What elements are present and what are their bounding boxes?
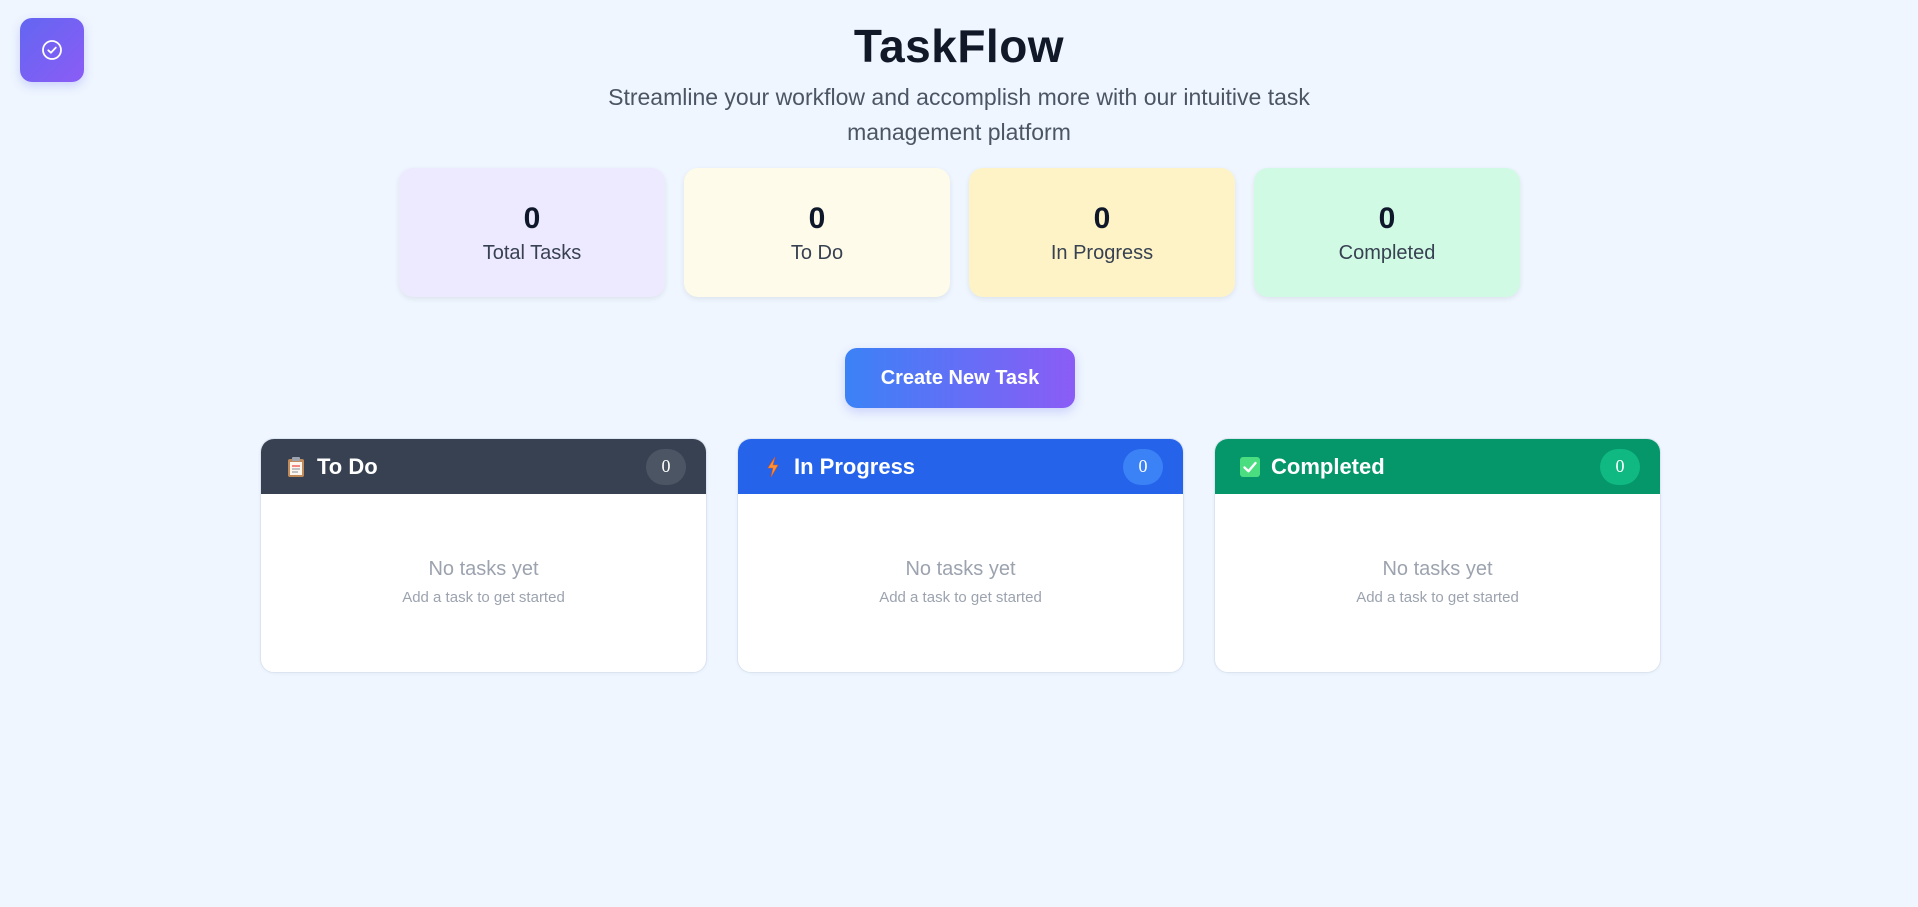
stat-label: In Progress <box>1050 241 1154 264</box>
empty-state-title: No tasks yet <box>905 558 1016 580</box>
column-title: Completed <box>1271 453 1385 479</box>
column-count-badge: 0 <box>1600 448 1640 485</box>
page-header: TaskFlow Streamline your workflow and ac… <box>0 18 1918 150</box>
stat-card-to-do: 0 To Do <box>684 168 950 297</box>
column-count-badge: 0 <box>1123 448 1163 485</box>
empty-state-subtitle: Add a task to get started <box>402 589 565 606</box>
task-board: To Do 0 No tasks yet Add a task to get s… <box>260 438 1661 673</box>
stats-row: 0 Total Tasks 0 To Do 0 In Progress 0 Co… <box>399 168 1520 297</box>
create-new-task-button[interactable]: Create New Task <box>845 348 1075 408</box>
empty-state-title: No tasks yet <box>1382 558 1493 580</box>
stat-card-completed: 0 Completed <box>1254 168 1520 297</box>
column-to-do: To Do 0 No tasks yet Add a task to get s… <box>260 438 707 673</box>
stat-card-in-progress: 0 In Progress <box>969 168 1235 297</box>
column-header: In Progress 0 <box>738 439 1183 494</box>
column-header: Completed 0 <box>1215 439 1660 494</box>
stat-label: Completed <box>1338 241 1436 264</box>
column-empty-state: No tasks yet Add a task to get started <box>261 494 706 608</box>
column-in-progress: In Progress 0 No tasks yet Add a task to… <box>737 438 1184 673</box>
empty-state-subtitle: Add a task to get started <box>879 589 1042 606</box>
empty-state-subtitle: Add a task to get started <box>1356 589 1519 606</box>
stat-value: 0 <box>1378 201 1396 235</box>
column-title: To Do <box>317 453 378 479</box>
taskflow-page: TaskFlow Streamline your workflow and ac… <box>0 0 1918 907</box>
stat-value: 0 <box>523 201 541 235</box>
check-box-icon <box>1239 456 1261 478</box>
stat-label: Total Tasks <box>482 241 582 264</box>
column-title: In Progress <box>794 453 916 479</box>
lightning-icon <box>762 456 784 478</box>
stat-label: To Do <box>790 241 844 264</box>
clipboard-icon <box>285 456 307 478</box>
page-subtitle: Streamline your workflow and accomplish … <box>608 84 1310 145</box>
stat-card-total-tasks: 0 Total Tasks <box>399 168 665 297</box>
column-header: To Do 0 <box>261 439 706 494</box>
page-title: TaskFlow <box>853 20 1065 72</box>
stat-value: 0 <box>808 201 826 235</box>
empty-state-title: No tasks yet <box>428 558 539 580</box>
column-completed: Completed 0 No tasks yet Add a task to g… <box>1214 438 1661 673</box>
stat-value: 0 <box>1093 201 1111 235</box>
column-empty-state: No tasks yet Add a task to get started <box>1215 494 1660 608</box>
column-empty-state: No tasks yet Add a task to get started <box>738 494 1183 608</box>
column-count-badge: 0 <box>646 448 686 485</box>
